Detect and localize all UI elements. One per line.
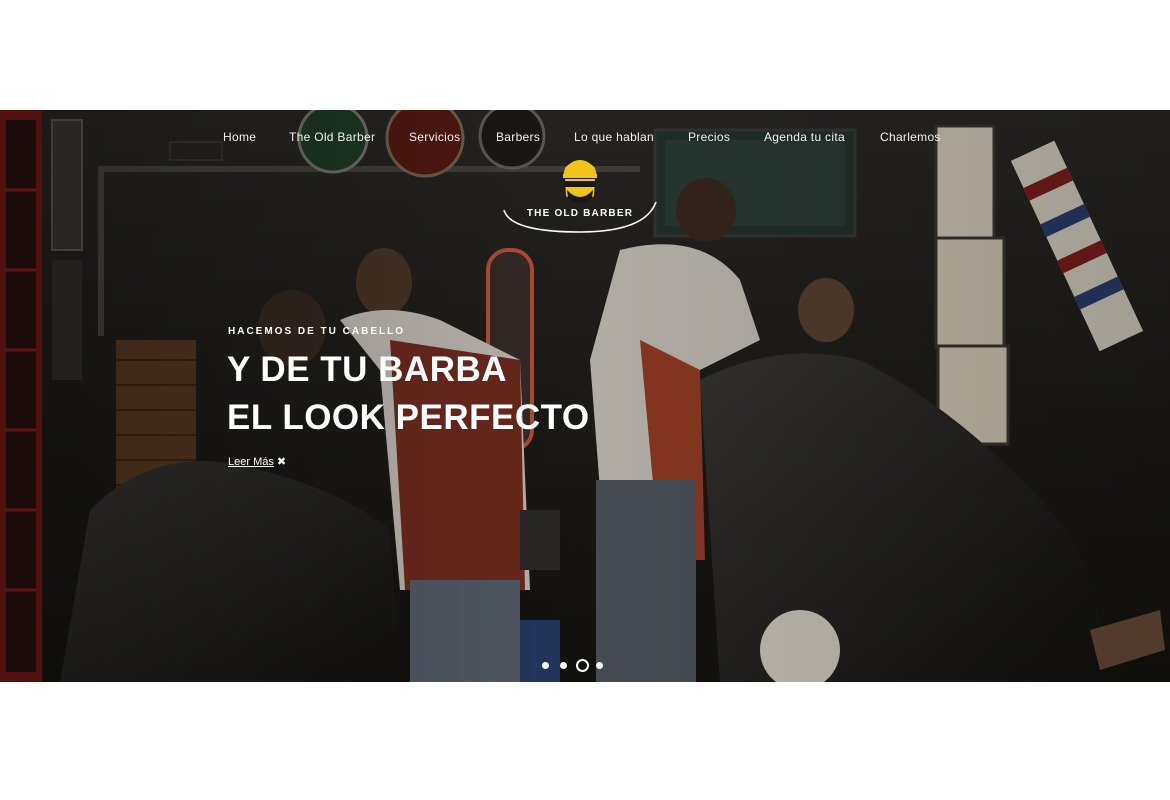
slider-dot-1[interactable]: [542, 662, 549, 669]
slider-dot-2[interactable]: [560, 662, 567, 669]
hero-headline-line-2: EL LOOK PERFECTO: [227, 398, 590, 437]
read-more-label: Leer Más: [228, 456, 274, 468]
site-logo[interactable]: THE OLD BARBER: [500, 152, 660, 234]
nav-item-the-old-barber[interactable]: The Old Barber: [289, 130, 375, 144]
slider-dot-4[interactable]: [596, 662, 603, 669]
scissors-x-icon: ✖: [276, 456, 287, 468]
nav-item-agenda-tu-cita[interactable]: Agenda tu cita: [764, 130, 845, 144]
nav-item-precios[interactable]: Precios: [688, 130, 730, 144]
nav-item-barbers[interactable]: Barbers: [496, 130, 540, 144]
hero-headline: Y DE TU BARBA EL LOOK PERFECTO: [227, 346, 590, 442]
main-navigation: Home The Old Barber Servicios Barbers Lo…: [0, 130, 1170, 144]
nav-item-servicios[interactable]: Servicios: [409, 130, 460, 144]
hero-eyebrow: HACEMOS DE TU CABELLO: [228, 326, 405, 337]
logo-wordmark: THE OLD BARBER: [526, 208, 634, 219]
hero-headline-line-1: Y DE TU BARBA: [227, 350, 508, 389]
read-more-link[interactable]: Leer Más ✖: [228, 455, 286, 468]
hero-slider: Home The Old Barber Servicios Barbers Lo…: [0, 110, 1170, 682]
nav-item-charlemos[interactable]: Charlemos: [880, 130, 941, 144]
nav-item-lo-que-hablan[interactable]: Lo que hablan: [574, 130, 654, 144]
nav-item-home[interactable]: Home: [223, 130, 256, 144]
slider-dot-3-active[interactable]: [576, 659, 589, 672]
barber-face-icon: [503, 160, 657, 233]
